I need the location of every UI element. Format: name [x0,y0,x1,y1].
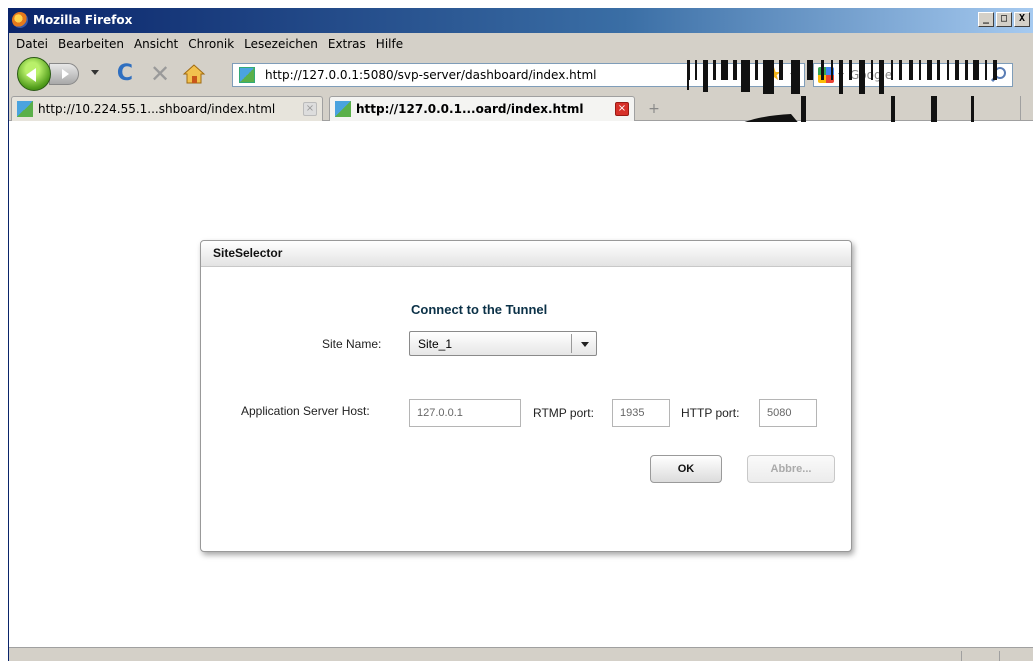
tab-label: http://10.224.55.1...shboard/index.html [38,102,276,116]
chevron-down-icon[interactable] [581,342,589,347]
http-port-input[interactable]: 5080 [759,399,817,427]
menu-datei[interactable]: Datei [11,37,53,51]
dialog-heading: Connect to the Tunnel [411,302,548,317]
status-pane [999,651,1000,661]
dialog-title: SiteSelector [213,246,283,260]
firefox-icon [12,12,28,28]
rtmp-port-input[interactable]: 1935 [612,399,670,427]
history-dropdown-icon[interactable] [91,70,99,75]
http-port-label: HTTP port: [681,406,740,420]
tab-2[interactable]: http://127.0.0.1...oard/index.html × [329,96,635,121]
tab-1[interactable]: http://10.224.55.1...shboard/index.html … [11,96,323,121]
host-input[interactable]: 127.0.0.1 [409,399,521,427]
reload-icon[interactable]: C [112,61,138,87]
menu-extras[interactable]: Extras [323,37,371,51]
site-name-value: Site_1 [418,337,453,351]
tab-favicon-icon [335,101,351,117]
home-icon[interactable] [181,61,207,87]
menu-bar: Datei Bearbeiten Ansicht Chronik Lesezei… [9,33,1033,55]
stop-icon[interactable]: ✕ [147,61,173,87]
tab-close-icon[interactable]: × [615,102,629,116]
ok-button[interactable]: OK [650,455,722,483]
close-window-button[interactable]: X [1014,12,1030,27]
combo-separator [571,334,572,353]
menu-ansicht[interactable]: Ansicht [129,37,183,51]
tab-list-dropdown[interactable] [1020,96,1033,120]
tab-close-icon[interactable]: × [303,102,317,116]
window-controls: _ □ X [978,12,1030,27]
page-content: SiteSelector Connect to the Tunnel Site … [9,122,1033,647]
site-name-label: Site Name: [322,337,382,351]
site-name-select[interactable]: Site_1 [409,331,597,356]
status-bar [9,647,1033,661]
forward-arrow-icon[interactable] [49,63,79,85]
menu-chronik[interactable]: Chronik [183,37,239,51]
rtmp-port-label: RTMP port: [533,406,594,420]
back-arrow-icon[interactable] [17,57,51,91]
site-favicon-icon [239,67,255,83]
site-selector-dialog: SiteSelector Connect to the Tunnel Site … [200,240,852,552]
minimize-button[interactable]: _ [978,12,994,27]
dialog-header: SiteSelector [201,241,851,267]
tab-label: http://127.0.0.1...oard/index.html [356,102,584,116]
host-label: Application Server Host: [241,404,370,418]
url-text: http://127.0.0.1:5080/svp-server/dashboa… [265,68,597,82]
cancel-button[interactable]: Abbre... [747,455,835,483]
window-title: Mozilla Firefox [33,13,133,27]
menu-hilfe[interactable]: Hilfe [371,37,408,51]
title-bar: Mozilla Firefox _ □ X [9,8,1033,33]
menu-lesezeichen[interactable]: Lesezeichen [239,37,323,51]
tab-favicon-icon [17,101,33,117]
new-tab-button[interactable]: + [643,99,665,119]
browser-window: Mozilla Firefox _ □ X Datei Bearbeiten A… [8,8,1033,661]
menu-bearbeiten[interactable]: Bearbeiten [53,37,129,51]
status-pane [961,651,962,661]
maximize-button[interactable]: □ [996,12,1012,27]
